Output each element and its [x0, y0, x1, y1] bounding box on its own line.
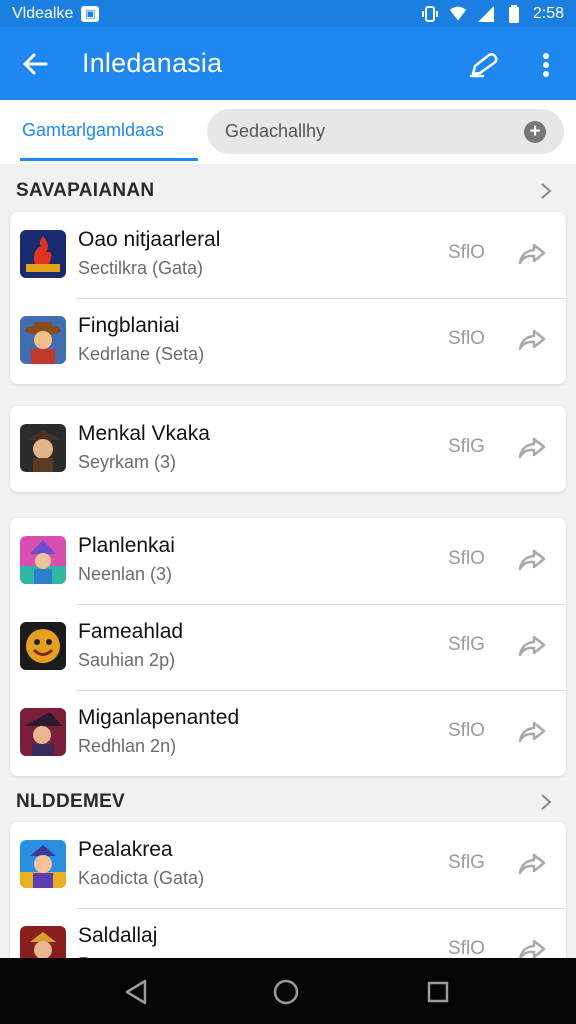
share-button[interactable] — [516, 544, 548, 576]
app-size: SflO — [448, 938, 485, 959]
cowboy-character-icon — [20, 316, 66, 364]
tab-indicator — [20, 158, 198, 161]
section-title: SAVAPAIANAN — [16, 180, 155, 201]
status-app-text: Vldealke — [12, 4, 74, 22]
chevron-right-icon — [536, 791, 556, 813]
list-item[interactable]: Miganlapenanted Redhlan 2n) SflO — [10, 690, 566, 776]
nav-home-button[interactable] — [268, 974, 304, 1010]
circle-home-icon — [273, 979, 299, 1005]
app-subtitle: Redhlan 2n) — [78, 736, 177, 756]
app-name: Pealakrea — [78, 838, 173, 861]
app-size: SflO — [448, 720, 485, 741]
battery-icon — [505, 4, 523, 23]
list-item[interactable]: Fingblaniai Kedrlane (Seta) SflO — [10, 298, 566, 384]
share-button[interactable] — [516, 630, 548, 662]
pirate-character-icon — [20, 424, 66, 472]
search-pill[interactable]: Gedachallhy + — [207, 109, 564, 154]
wifi-icon — [449, 5, 467, 23]
app-card: Menkal Vkaka Seyrkam (3) SflG — [10, 406, 566, 492]
more-vert-icon — [543, 53, 549, 77]
app-size: SflO — [448, 328, 485, 349]
nav-recents-button[interactable] — [420, 974, 456, 1010]
app-size: SflO — [448, 242, 485, 263]
app-subtitle: Seyrkam (3) — [78, 452, 177, 472]
share-arrow-icon — [518, 437, 546, 459]
add-circle-icon[interactable]: + — [524, 120, 546, 143]
edit-pencil-icon — [469, 53, 498, 78]
chevron-right-icon — [536, 180, 556, 202]
app-size: SflO — [448, 548, 485, 569]
app-name: Miganlapenanted — [78, 706, 240, 729]
share-arrow-icon — [518, 853, 546, 875]
list-item[interactable]: Planlenkai Neenlan (3) SflO — [10, 518, 566, 604]
app-bar: Inledanasia — [0, 27, 576, 100]
list-item[interactable]: Menkal Vkaka Seyrkam (3) SflG — [10, 406, 566, 492]
share-button[interactable] — [516, 716, 548, 748]
app-name: Saldallaj — [78, 924, 158, 947]
page-title: Inledanasia — [82, 48, 223, 78]
app-size: SflG — [448, 852, 485, 873]
status-bar: Vldealke ▣ 2:58 — [0, 0, 576, 27]
share-button[interactable] — [516, 848, 548, 880]
tab-row: Gamtarlgamldaas Gedachallhy + — [0, 100, 576, 164]
triangle-back-icon — [125, 979, 147, 1005]
app-name: Fameahlad — [78, 620, 184, 643]
section-header[interactable]: NLDDEMEV — [0, 782, 576, 822]
back-button[interactable] — [0, 27, 70, 100]
app-subtitle: Sectilkra (Gata) — [78, 258, 204, 278]
app-name: Menkal Vkaka — [78, 422, 210, 445]
share-button[interactable] — [516, 324, 548, 356]
app-name: Oao nitjaarleral — [78, 228, 221, 251]
share-arrow-icon — [518, 329, 546, 351]
section-title: NLDDEMEV — [16, 791, 126, 812]
notification-icon: ▣ — [81, 5, 100, 22]
system-nav-bar — [0, 958, 576, 1024]
flame-game-icon — [20, 230, 66, 278]
share-arrow-icon — [518, 549, 546, 571]
blue-hero-icon — [20, 840, 66, 888]
back-arrow-icon — [23, 53, 48, 74]
app-subtitle: Kaodicta (Gata) — [78, 868, 205, 888]
wizard-character-icon — [20, 536, 66, 584]
nav-back-button[interactable] — [118, 974, 154, 1010]
app-subtitle: Neenlan (3) — [78, 564, 173, 584]
share-button[interactable] — [516, 238, 548, 270]
status-time: 2:58 — [532, 4, 564, 22]
vibrate-icon — [421, 5, 439, 23]
list-item[interactable]: Oao nitjaarleral Sectilkra (Gata) SflO — [10, 212, 566, 298]
tab-active[interactable]: Gamtarlgamldaas — [22, 120, 164, 150]
app-name: Fingblaniai — [78, 314, 180, 337]
edit-button[interactable] — [462, 45, 506, 85]
list-item[interactable]: Pealakrea Kaodicta (Gata) SflG — [10, 822, 566, 908]
share-arrow-icon — [518, 243, 546, 265]
app-card: Oao nitjaarleral Sectilkra (Gata) SflO F… — [10, 212, 566, 384]
app-subtitle: Sauhian 2p) — [78, 650, 176, 670]
witch-character-icon — [20, 708, 66, 756]
more-options-button[interactable] — [526, 45, 566, 85]
square-recents-icon — [427, 981, 449, 1003]
app-card: Planlenkai Neenlan (3) SflO Fameahlad Sa… — [10, 518, 566, 776]
search-text: Gedachallhy — [225, 121, 326, 141]
share-button[interactable] — [516, 432, 548, 464]
share-arrow-icon — [518, 635, 546, 657]
signal-icon — [477, 5, 495, 23]
app-subtitle: Kedrlane (Seta) — [78, 344, 205, 364]
section-header[interactable]: SAVAPAIANAN — [0, 171, 576, 211]
app-size: SflG — [448, 436, 485, 457]
app-name: Planlenkai — [78, 534, 175, 557]
list-item[interactable]: Fameahlad Sauhian 2p) SflG — [10, 604, 566, 690]
app-size: SflG — [448, 634, 485, 655]
share-arrow-icon — [518, 721, 546, 743]
smiley-character-icon — [20, 622, 66, 670]
